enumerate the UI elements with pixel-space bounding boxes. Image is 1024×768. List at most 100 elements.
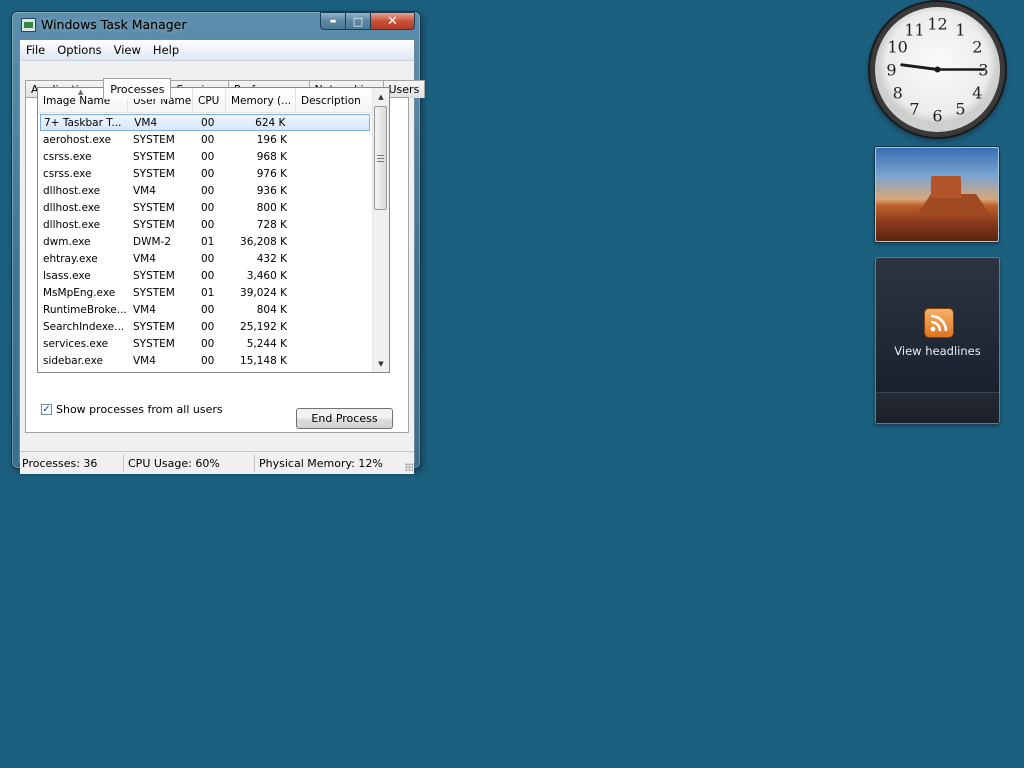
process-memory: 3,460 K: [246, 269, 287, 282]
process-user: SYSTEM: [133, 218, 175, 231]
column-description[interactable]: Description: [296, 88, 372, 112]
menu-file[interactable]: File: [20, 43, 51, 57]
process-row[interactable]: RuntimeBroke... VM4 00 804 K: [38, 301, 372, 318]
status-process-count: Processes: 36: [20, 454, 124, 472]
process-user: VM4: [133, 184, 156, 197]
process-memory: 36,208 K: [240, 235, 287, 248]
scrollbar-thumb[interactable]: [374, 106, 387, 210]
menu-help[interactable]: Help: [147, 43, 185, 57]
process-name: RuntimeBroke...: [43, 303, 127, 316]
process-name: services.exe: [43, 337, 109, 350]
process-row[interactable]: SearchIndexe... SYSTEM 00 25,192 K: [38, 318, 372, 335]
status-cpu-usage: CPU Usage: 60%: [124, 454, 255, 472]
status-physical-memory: Physical Memory: 12%: [259, 456, 383, 470]
process-row[interactable]: services.exe SYSTEM 00 5,244 K: [38, 335, 372, 352]
process-row[interactable]: MsMpEng.exe SYSTEM 01 39,024 K: [38, 284, 372, 301]
process-row[interactable]: aerohost.exe SYSTEM 00 196 K: [38, 131, 372, 148]
task-manager-window: Windows Task Manager ▬ □ ✕ File Options …: [11, 11, 426, 474]
process-rows: 7+ Taskbar T... VM4 00 624 K aerohost.exe SYS…: [38, 114, 372, 369]
process-user: SYSTEM: [133, 150, 175, 163]
column-memory[interactable]: Memory (...: [226, 88, 296, 112]
process-cpu: 00: [201, 320, 215, 333]
clock-numeral: 1: [955, 20, 966, 40]
sort-ascending-icon: ▲: [78, 88, 84, 96]
process-cpu: 00: [201, 252, 215, 265]
slideshow-gadget[interactable]: [875, 147, 999, 242]
process-name: lsass.exe: [43, 269, 91, 282]
clock-numeral: 10: [887, 37, 908, 56]
column-label: Description: [301, 95, 361, 107]
clock-gadget[interactable]: 12 1 2 3 4 5 6 7 8 9 10 11: [875, 7, 1000, 132]
process-user: SYSTEM: [133, 167, 175, 180]
process-row[interactable]: dllhost.exe SYSTEM 00 728 K: [38, 216, 372, 233]
show-all-users-checkbox[interactable]: ✓: [41, 404, 52, 415]
task-manager-app-icon[interactable]: [21, 18, 36, 32]
clock-numeral: 8: [892, 83, 903, 102]
clock-numeral: 2: [972, 37, 983, 56]
process-row[interactable]: csrss.exe SYSTEM 00 968 K: [38, 148, 372, 165]
feed-gadget-footer: [876, 392, 999, 423]
minimize-button[interactable]: ▬: [320, 12, 346, 30]
process-cpu: 00: [201, 184, 215, 197]
clock-numeral: 12: [927, 14, 948, 33]
end-process-button[interactable]: End Process: [296, 408, 393, 429]
clock-numeral: 5: [955, 99, 966, 119]
process-row[interactable]: csrss.exe SYSTEM 00 976 K: [38, 165, 372, 182]
clock-numeral: 3: [978, 60, 989, 79]
process-user: VM4: [133, 354, 156, 367]
process-name: aerohost.exe: [43, 133, 112, 146]
process-list[interactable]: ▲ Image Name User Name CPU Memory (... D…: [37, 87, 390, 373]
tab-processes[interactable]: Processes: [103, 78, 172, 99]
process-cpu: 00: [201, 303, 215, 316]
maximize-icon: □: [352, 14, 364, 28]
column-label: Image Name: [43, 95, 111, 107]
scroll-up-icon[interactable]: ▲: [373, 88, 389, 105]
process-memory: 624 K: [255, 116, 286, 129]
process-cpu: 00: [201, 167, 215, 180]
window-title: Windows Task Manager: [41, 17, 187, 32]
column-label: Memory (...: [231, 95, 292, 107]
process-name: ehtray.exe: [43, 252, 98, 265]
vertical-scrollbar[interactable]: ▲ ▼: [372, 88, 389, 372]
process-memory: 936 K: [256, 184, 287, 197]
process-row[interactable]: lsass.exe SYSTEM 00 3,460 K: [38, 267, 372, 284]
view-headlines-link[interactable]: View headlines: [876, 344, 999, 358]
process-name: dllhost.exe: [43, 218, 101, 231]
resize-grip-icon[interactable]: [405, 463, 413, 471]
grip-icon: [377, 155, 384, 162]
process-row[interactable]: dllhost.exe SYSTEM 00 800 K: [38, 199, 372, 216]
process-cpu: 00: [201, 337, 215, 350]
process-user: SYSTEM: [133, 133, 175, 146]
process-name: 7+ Taskbar T...: [44, 116, 122, 129]
list-header: ▲ Image Name User Name CPU Memory (... D…: [38, 88, 372, 113]
process-row[interactable]: ehtray.exe VM4 00 432 K: [38, 250, 372, 267]
column-label: CPU: [198, 95, 220, 107]
clock-center-pin: [934, 66, 941, 73]
maximize-button[interactable]: □: [346, 12, 371, 30]
column-cpu[interactable]: CPU: [193, 88, 226, 112]
process-memory: 25,192 K: [240, 320, 287, 333]
process-memory: 196 K: [256, 133, 287, 146]
close-button[interactable]: ✕: [371, 12, 415, 30]
process-row[interactable]: 7+ Taskbar T... VM4 00 624 K: [40, 114, 370, 131]
menu-view[interactable]: View: [108, 43, 147, 57]
process-cpu: 00: [201, 269, 215, 282]
menu-options[interactable]: Options: [51, 43, 107, 57]
process-memory: 976 K: [256, 167, 287, 180]
process-row[interactable]: dllhost.exe VM4 00 936 K: [38, 182, 372, 199]
show-all-users-option[interactable]: ✓ Show processes from all users: [41, 403, 223, 416]
process-user: SYSTEM: [133, 320, 175, 333]
process-row[interactable]: dwm.exe DWM-2 01 36,208 K: [38, 233, 372, 250]
title-bar[interactable]: Windows Task Manager ▬ □ ✕: [12, 12, 420, 39]
scroll-down-icon[interactable]: ▼: [373, 355, 389, 372]
process-user: SYSTEM: [133, 337, 175, 350]
show-all-users-label: Show processes from all users: [56, 403, 223, 416]
desert-butte-image: [931, 176, 961, 198]
clock-hour-hand: [900, 63, 939, 71]
clock-numeral: 4: [972, 83, 983, 102]
process-row[interactable]: sidebar.exe VM4 00 15,148 K: [38, 352, 372, 369]
close-icon: ✕: [387, 13, 398, 29]
process-memory: 432 K: [256, 252, 287, 265]
process-memory: 728 K: [256, 218, 287, 231]
feed-headlines-gadget[interactable]: View headlines: [875, 257, 1000, 424]
